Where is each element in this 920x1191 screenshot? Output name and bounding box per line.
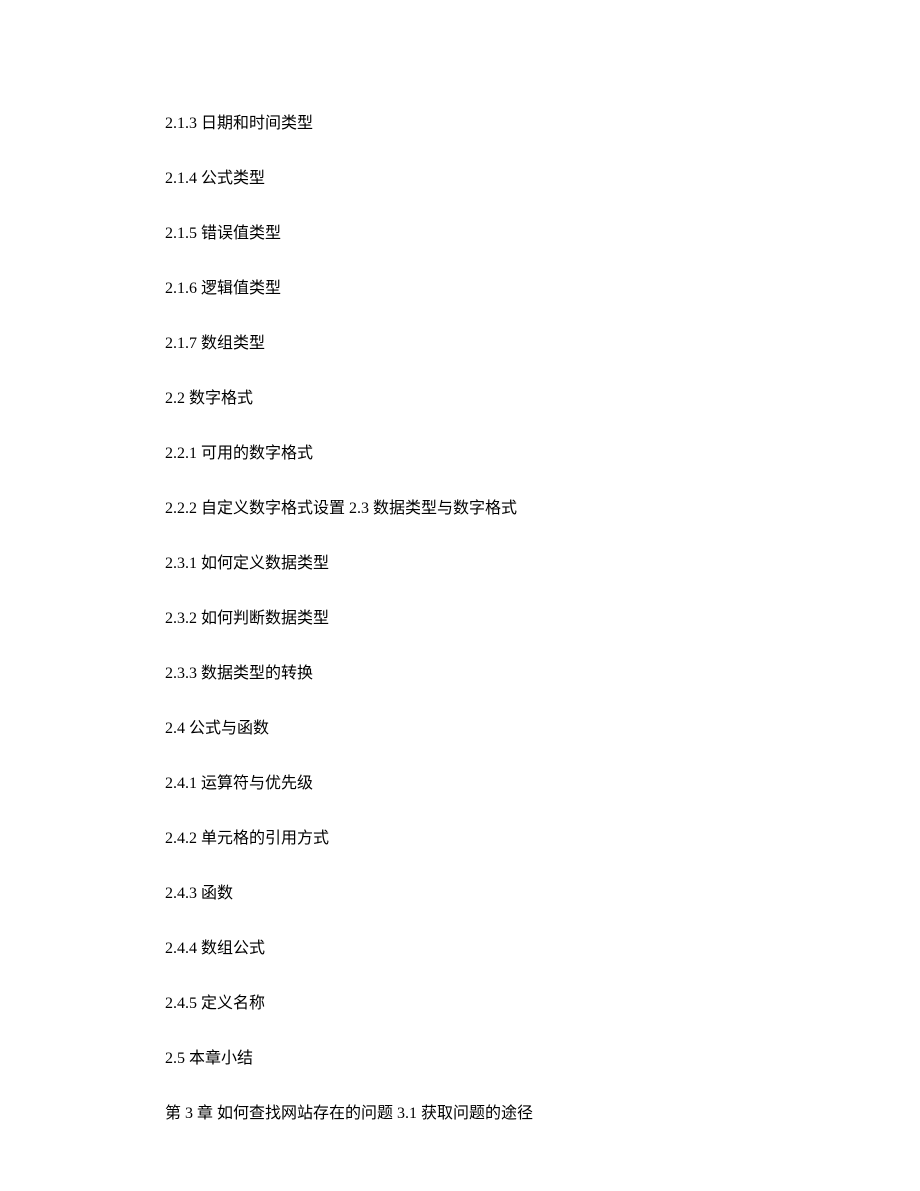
toc-entry: 2.5 本章小结 [165, 1047, 920, 1071]
toc-entry: 2.2.2 自定义数字格式设置 2.3 数据类型与数字格式 [165, 497, 920, 521]
toc-entry: 2.2 数字格式 [165, 387, 920, 411]
toc-entry: 2.4.4 数组公式 [165, 937, 920, 961]
toc-entry: 第 3 章 如何查找网站存在的问题 3.1 获取问题的途径 [165, 1102, 920, 1126]
toc-entry: 2.1.5 错误值类型 [165, 222, 920, 246]
toc-entry: 2.3.2 如何判断数据类型 [165, 607, 920, 631]
toc-entry: 2.4.3 函数 [165, 882, 920, 906]
toc-entry: 2.4.2 单元格的引用方式 [165, 827, 920, 851]
toc-entry: 2.1.7 数组类型 [165, 332, 920, 356]
toc-entry: 2.1.4 公式类型 [165, 167, 920, 191]
toc-entry: 2.4.5 定义名称 [165, 992, 920, 1016]
toc-entry: 2.4 公式与函数 [165, 717, 920, 741]
toc-entry: 2.2.1 可用的数字格式 [165, 442, 920, 466]
toc-entry: 2.3.3 数据类型的转换 [165, 662, 920, 686]
toc-entry: 2.3.1 如何定义数据类型 [165, 552, 920, 576]
toc-entry: 2.1.6 逻辑值类型 [165, 277, 920, 301]
toc-entry: 2.4.1 运算符与优先级 [165, 772, 920, 796]
toc-entry: 2.1.3 日期和时间类型 [165, 112, 920, 136]
